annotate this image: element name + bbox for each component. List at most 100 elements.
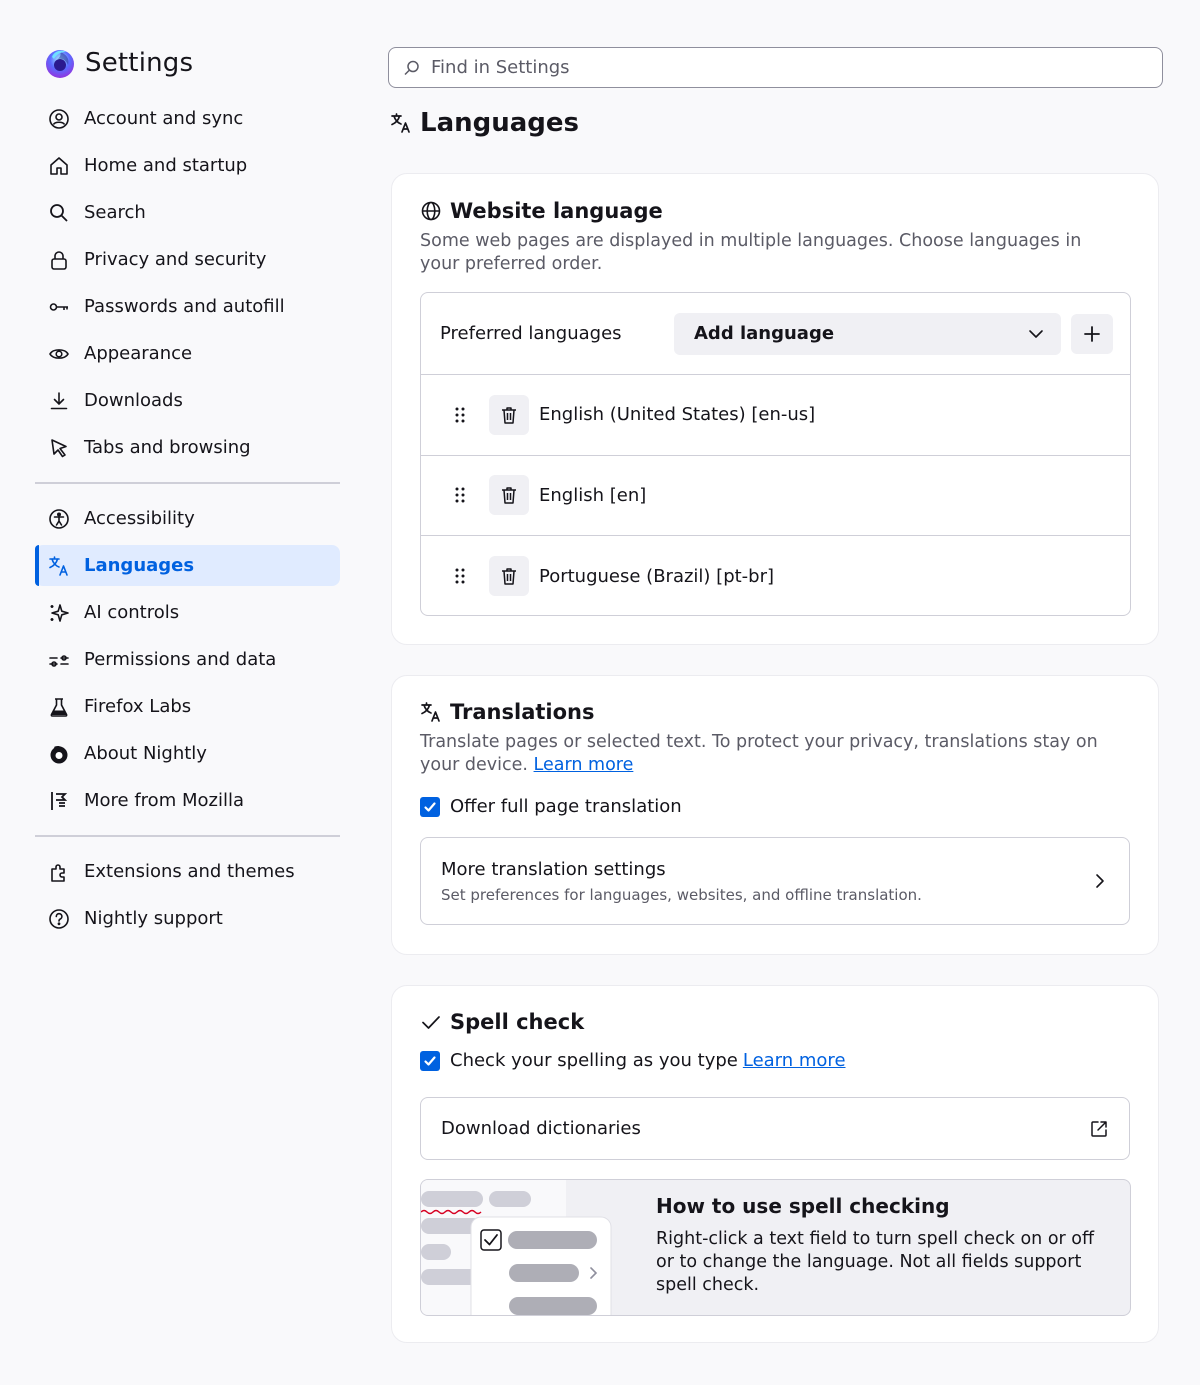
sidebar-item-label: More from Mozilla xyxy=(84,790,244,811)
add-language-select[interactable]: Add language xyxy=(674,312,1061,355)
more-translation-settings-title: More translation settings xyxy=(441,858,666,880)
sidebar-divider xyxy=(35,835,340,837)
sidebar: Settings Account and sync Home and start… xyxy=(35,40,340,945)
sidebar-item-search[interactable]: Search xyxy=(35,192,340,233)
offer-translation-checkbox[interactable] xyxy=(420,796,440,817)
sidebar-item-downloads[interactable]: Downloads xyxy=(35,380,340,421)
sidebar-item-label: Search xyxy=(84,202,146,223)
spell-check-help-panel: How to use spell checking Right-click a … xyxy=(420,1179,1131,1316)
sidebar-item-label: Passwords and autofill xyxy=(84,296,285,317)
sidebar-item-nightly-support[interactable]: Nightly support xyxy=(35,898,340,939)
offer-translation-label: Offer full page translation xyxy=(450,796,682,817)
sidebar-item-appearance[interactable]: Appearance xyxy=(35,333,340,374)
add-language-button[interactable] xyxy=(1071,313,1113,354)
translate-icon xyxy=(48,555,70,577)
sidebar-item-label: Appearance xyxy=(84,343,193,364)
sidebar-item-label: Nightly support xyxy=(84,908,223,929)
permissions-icon xyxy=(48,649,70,671)
settings-title: Settings xyxy=(85,48,194,78)
sidebar-item-label: Tabs and browsing xyxy=(84,437,251,458)
trash-icon xyxy=(502,487,516,504)
sidebar-divider xyxy=(35,482,340,484)
website-language-header: Website language xyxy=(420,196,1120,226)
preferred-languages-label: Preferred languages xyxy=(440,323,622,344)
website-language-title: Website language xyxy=(450,199,663,223)
eye-icon xyxy=(48,343,70,365)
sidebar-item-more-from-mozilla[interactable]: More from Mozilla xyxy=(35,780,340,821)
check-spelling-label: Check your spelling as you type xyxy=(450,1050,738,1071)
help-icon xyxy=(48,908,70,930)
translations-description: Translate pages or selected text. To pro… xyxy=(420,731,1125,777)
sidebar-item-privacy-and-security[interactable]: Privacy and security xyxy=(35,239,340,280)
check-spelling-checkbox[interactable] xyxy=(420,1050,440,1071)
sidebar-item-label: Home and startup xyxy=(84,155,248,176)
remove-language-button[interactable] xyxy=(489,475,529,516)
sidebar-item-label: Accessibility xyxy=(84,508,195,529)
offer-translation-row: Offer full page translation xyxy=(420,796,1125,817)
sidebar-item-extensions-and-themes[interactable]: Extensions and themes xyxy=(35,851,340,892)
sidebar-item-label: Extensions and themes xyxy=(84,861,295,882)
sidebar-item-accessibility[interactable]: Accessibility xyxy=(35,498,340,539)
drag-handle-icon[interactable] xyxy=(453,566,467,586)
sidebar-item-account-and-sync[interactable]: Account and sync xyxy=(35,98,340,139)
trash-icon xyxy=(502,407,516,424)
external-link-icon xyxy=(1089,1119,1109,1139)
search-icon xyxy=(48,202,70,224)
sidebar-item-home-and-startup[interactable]: Home and startup xyxy=(35,145,340,186)
more-translation-settings-button[interactable]: More translation settings Set preference… xyxy=(420,837,1130,925)
translations-description-text: Translate pages or selected text. To pro… xyxy=(420,732,1098,775)
translations-header: Translations xyxy=(420,697,1125,727)
mozilla-icon xyxy=(48,790,70,812)
download-dictionaries-label: Download dictionaries xyxy=(441,1118,641,1139)
spell-check-learn-more-link[interactable]: Learn more xyxy=(743,1050,846,1071)
language-name: English [en] xyxy=(539,484,647,506)
sidebar-item-label: About Nightly xyxy=(84,743,207,764)
flask-icon xyxy=(48,696,70,718)
search-placeholder: Find in Settings xyxy=(431,57,570,78)
sidebar-item-label: Account and sync xyxy=(84,108,244,129)
accessibility-icon xyxy=(48,508,70,530)
sidebar-item-firefox-labs[interactable]: Firefox Labs xyxy=(35,686,340,727)
drag-handle-icon[interactable] xyxy=(453,485,467,505)
remove-language-button[interactable] xyxy=(489,556,529,597)
key-icon xyxy=(48,296,70,318)
sidebar-item-label: Languages xyxy=(84,555,195,576)
language-row: English [en] xyxy=(421,456,1130,536)
puzzle-icon xyxy=(48,861,70,883)
language-row: English (United States) [en-us] xyxy=(421,375,1130,456)
account-icon xyxy=(48,108,70,130)
sidebar-item-label: Downloads xyxy=(84,390,183,411)
chevron-down-icon xyxy=(1027,325,1045,343)
sidebar-item-label: Privacy and security xyxy=(84,249,267,270)
checkmark-icon xyxy=(420,1011,442,1033)
sidebar-item-label: Firefox Labs xyxy=(84,696,192,717)
sidebar-item-passwords-and-autofill[interactable]: Passwords and autofill xyxy=(35,286,340,327)
sidebar-item-ai-controls[interactable]: AI controls xyxy=(35,592,340,633)
home-icon xyxy=(48,155,70,177)
sidebar-item-permissions-and-data[interactable]: Permissions and data xyxy=(35,639,340,680)
website-language-description: Some web pages are displayed in multiple… xyxy=(420,231,1082,274)
page-heading: Languages xyxy=(420,108,580,138)
website-language-card: Website language Some web pages are disp… xyxy=(391,173,1159,645)
search-input[interactable]: Find in Settings xyxy=(388,47,1163,88)
sidebar-item-label: Permissions and data xyxy=(84,649,277,670)
preferred-languages-header: Preferred languages Add language xyxy=(421,293,1130,375)
sparkle-icon xyxy=(48,602,70,624)
language-name: Portuguese (Brazil) [pt-br] xyxy=(539,565,775,587)
sidebar-item-languages[interactable]: Languages xyxy=(35,545,340,586)
spell-check-illustration-icon xyxy=(421,1180,621,1315)
brand: Settings xyxy=(35,40,340,86)
translations-card: Translations Translate pages or selected… xyxy=(391,675,1159,955)
nightly-logo-icon xyxy=(44,47,76,79)
sidebar-item-about-nightly[interactable]: About Nightly xyxy=(35,733,340,774)
sidebar-item-tabs-and-browsing[interactable]: Tabs and browsing xyxy=(35,427,340,468)
drag-handle-icon[interactable] xyxy=(453,405,467,425)
nightly-icon xyxy=(48,743,70,765)
plus-icon xyxy=(1083,325,1101,343)
download-dictionaries-button[interactable]: Download dictionaries xyxy=(420,1097,1130,1160)
search-icon xyxy=(403,59,421,77)
translations-title: Translations xyxy=(450,700,595,724)
translations-learn-more-link[interactable]: Learn more xyxy=(534,755,634,775)
spell-check-help-title: How to use spell checking xyxy=(656,1194,950,1218)
remove-language-button[interactable] xyxy=(489,394,529,435)
